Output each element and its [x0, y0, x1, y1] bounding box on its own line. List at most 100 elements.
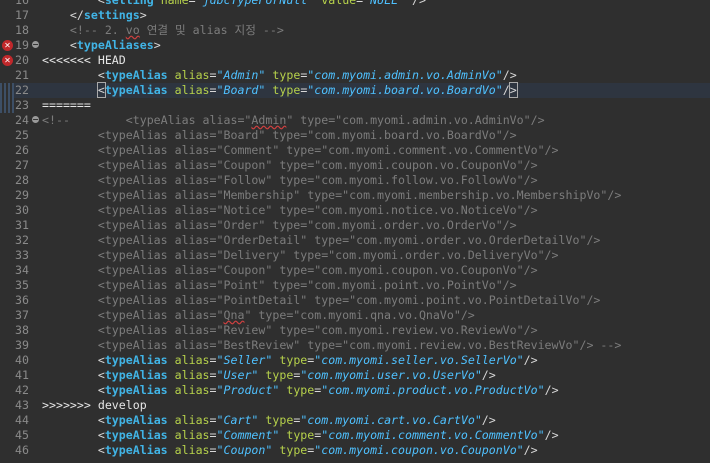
code-line[interactable]: 34 <typeAlias alias="Coupon" type="com.m…: [0, 263, 710, 278]
line-gutter[interactable]: 41: [0, 368, 42, 383]
code-line[interactable]: 32 <typeAlias alias="OrderDetail" type="…: [0, 233, 710, 248]
code-line[interactable]: 42 <typeAlias alias="Product" type="com.…: [0, 383, 710, 398]
line-gutter[interactable]: 16: [0, 0, 42, 8]
fold-collapse-icon[interactable]: −: [32, 41, 39, 49]
code-text[interactable]: <typeAlias alias="Comment" type="com.myo…: [42, 428, 559, 443]
line-gutter[interactable]: 17: [0, 8, 42, 23]
line-gutter[interactable]: 23: [0, 98, 42, 113]
code-text[interactable]: <typeAlias alias="Point" type="com.myomi…: [42, 278, 517, 293]
fold-collapse-icon[interactable]: −: [32, 116, 39, 124]
error-icon[interactable]: ✕: [2, 55, 13, 66]
code-line[interactable]: ✕ 19− <typeAliases>: [0, 38, 710, 53]
code-line[interactable]: 36 <typeAlias alias="PointDetail" type="…: [0, 293, 710, 308]
code-text[interactable]: <typeAlias alias="Seller" type="com.myom…: [42, 353, 538, 368]
code-line[interactable]: 16 <setting name="jdbcTypeForNull" value…: [0, 0, 710, 8]
code-text[interactable]: <typeAlias alias="Notice" type="com.myom…: [42, 203, 538, 218]
line-gutter[interactable]: 27: [0, 158, 42, 173]
code-text[interactable]: <typeAlias alias="BestReview" type="com.…: [42, 338, 622, 353]
line-gutter[interactable]: 36: [0, 293, 42, 308]
code-text[interactable]: <<<<<<< HEAD: [42, 53, 126, 68]
line-gutter[interactable]: 28: [0, 173, 42, 188]
code-line[interactable]: 29 <typeAlias alias="Membership" type="c…: [0, 188, 710, 203]
error-icon[interactable]: ✕: [2, 40, 13, 51]
code-line[interactable]: 41 <typeAlias alias="User" type="com.myo…: [0, 368, 710, 383]
code-text[interactable]: =======: [42, 98, 91, 113]
line-gutter[interactable]: 24−: [0, 113, 42, 128]
code-editor[interactable]: 16 <setting name="jdbcTypeForNull" value…: [0, 0, 710, 463]
code-text[interactable]: <!-- <typeAlias alias="Admin" type="com.…: [42, 113, 545, 128]
code-text[interactable]: >>>>>>> develop: [42, 398, 147, 413]
line-gutter[interactable]: 33: [0, 248, 42, 263]
line-gutter[interactable]: 45: [0, 428, 42, 443]
code-text[interactable]: <typeAlias alias="Comment" type="com.myo…: [42, 143, 559, 158]
line-gutter[interactable]: 29: [0, 188, 42, 203]
line-gutter[interactable]: ✕ 19−: [0, 38, 42, 53]
code-token: <: [97, 68, 105, 82]
code-text[interactable]: <!-- 2. vo 연결 및 alias 지정 -->: [42, 23, 284, 38]
code-text[interactable]: </settings>: [42, 8, 147, 23]
code-line[interactable]: 27 <typeAlias alias="Coupon" type="com.m…: [0, 158, 710, 173]
line-gutter[interactable]: 18: [0, 23, 42, 38]
line-gutter[interactable]: 46: [0, 443, 42, 458]
code-line[interactable]: 26 <typeAlias alias="Comment" type="com.…: [0, 143, 710, 158]
code-text[interactable]: <typeAlias alias="Coupon" type="com.myom…: [42, 158, 538, 173]
code-line[interactable]: 40 <typeAlias alias="Seller" type="com.m…: [0, 353, 710, 368]
code-line[interactable]: 17 </settings>: [0, 8, 710, 23]
line-gutter[interactable]: 34: [0, 263, 42, 278]
line-gutter[interactable]: 39: [0, 338, 42, 353]
line-gutter[interactable]: 40: [0, 353, 42, 368]
code-text[interactable]: <typeAlias alias="Membership" type="com.…: [42, 188, 622, 203]
code-line[interactable]: 23 =======: [0, 98, 710, 113]
line-gutter[interactable]: 43: [0, 398, 42, 413]
line-gutter[interactable]: 37: [0, 308, 42, 323]
line-gutter[interactable]: 38: [0, 323, 42, 338]
line-gutter[interactable]: 22: [0, 83, 42, 98]
line-gutter[interactable]: 42: [0, 383, 42, 398]
code-line[interactable]: 35 <typeAlias alias="Point" type="com.my…: [0, 278, 710, 293]
code-token: <typeAlias alias=": [42, 308, 224, 322]
line-gutter[interactable]: 26: [0, 143, 42, 158]
code-text[interactable]: <setting name="jdbcTypeForNull" value="N…: [42, 0, 426, 8]
code-text[interactable]: <typeAliases>: [42, 38, 161, 53]
code-line[interactable]: ✕ 20 <<<<<<< HEAD: [0, 53, 710, 68]
code-text[interactable]: <typeAlias alias="Review" type="com.myom…: [42, 323, 538, 338]
code-line[interactable]: 30 <typeAlias alias="Notice" type="com.m…: [0, 203, 710, 218]
code-line[interactable]: 25 <typeAlias alias="Board" type="com.my…: [0, 128, 710, 143]
code-text[interactable]: <typeAlias alias="PointDetail" type="com…: [42, 293, 601, 308]
code-text[interactable]: <typeAlias alias="Delivery" type="com.my…: [42, 248, 559, 263]
code-line[interactable]: 28 <typeAlias alias="Follow" type="com.m…: [0, 173, 710, 188]
code-text[interactable]: <typeAlias alias="Qna" type="com.myomi.q…: [42, 308, 475, 323]
line-gutter[interactable]: 44: [0, 413, 42, 428]
code-line[interactable]: 21 <typeAlias alias="Admin" type="com.my…: [0, 68, 710, 83]
code-text[interactable]: <typeAlias alias="Coupon" type="com.myom…: [42, 263, 538, 278]
code-text[interactable]: <typeAlias alias="User" type="com.myomi.…: [42, 368, 496, 383]
code-line[interactable]: 44 <typeAlias alias="Cart" type="com.myo…: [0, 413, 710, 428]
line-gutter[interactable]: 31: [0, 218, 42, 233]
code-text[interactable]: <typeAlias alias="OrderDetail" type="com…: [42, 233, 601, 248]
code-text[interactable]: <typeAlias alias="Coupon" type="com.myom…: [42, 443, 538, 458]
line-gutter[interactable]: 21: [0, 68, 42, 83]
code-line[interactable]: 39 <typeAlias alias="BestReview" type="c…: [0, 338, 710, 353]
code-line[interactable]: 24− <!-- <typeAlias alias="Admin" type="c…: [0, 113, 710, 128]
code-text[interactable]: <typeAlias alias="Board" type="com.myomi…: [42, 82, 518, 98]
code-text[interactable]: <typeAlias alias="Admin" type="com.myomi…: [42, 68, 517, 83]
code-text[interactable]: <typeAlias alias="Order" type="com.myomi…: [42, 218, 517, 233]
line-gutter[interactable]: ✕ 20: [0, 53, 42, 68]
line-gutter[interactable]: 32: [0, 233, 42, 248]
code-line[interactable]: 33 <typeAlias alias="Delivery" type="com…: [0, 248, 710, 263]
code-text[interactable]: <typeAlias alias="Product" type="com.myo…: [42, 383, 559, 398]
code-text[interactable]: <typeAlias alias="Follow" type="com.myom…: [42, 173, 538, 188]
line-gutter[interactable]: 35: [0, 278, 42, 293]
line-gutter[interactable]: 25: [0, 128, 42, 143]
line-gutter[interactable]: 30: [0, 203, 42, 218]
code-line[interactable]: 43 >>>>>>> develop: [0, 398, 710, 413]
code-line[interactable]: 45 <typeAlias alias="Comment" type="com.…: [0, 428, 710, 443]
code-line[interactable]: 37 <typeAlias alias="Qna" type="com.myom…: [0, 308, 710, 323]
code-line[interactable]: 46 <typeAlias alias="Coupon" type="com.m…: [0, 443, 710, 458]
code-line[interactable]: 31 <typeAlias alias="Order" type="com.my…: [0, 218, 710, 233]
code-text[interactable]: <typeAlias alias="Board" type="com.myomi…: [42, 128, 517, 143]
code-line[interactable]: 18 <!-- 2. vo 연결 및 alias 지정 -->: [0, 23, 710, 38]
code-text[interactable]: <typeAlias alias="Cart" type="com.myomi.…: [42, 413, 496, 428]
current-line[interactable]: 22 <typeAlias alias="Board" type="com.my…: [0, 82, 710, 98]
code-line[interactable]: 38 <typeAlias alias="Review" type="com.m…: [0, 323, 710, 338]
